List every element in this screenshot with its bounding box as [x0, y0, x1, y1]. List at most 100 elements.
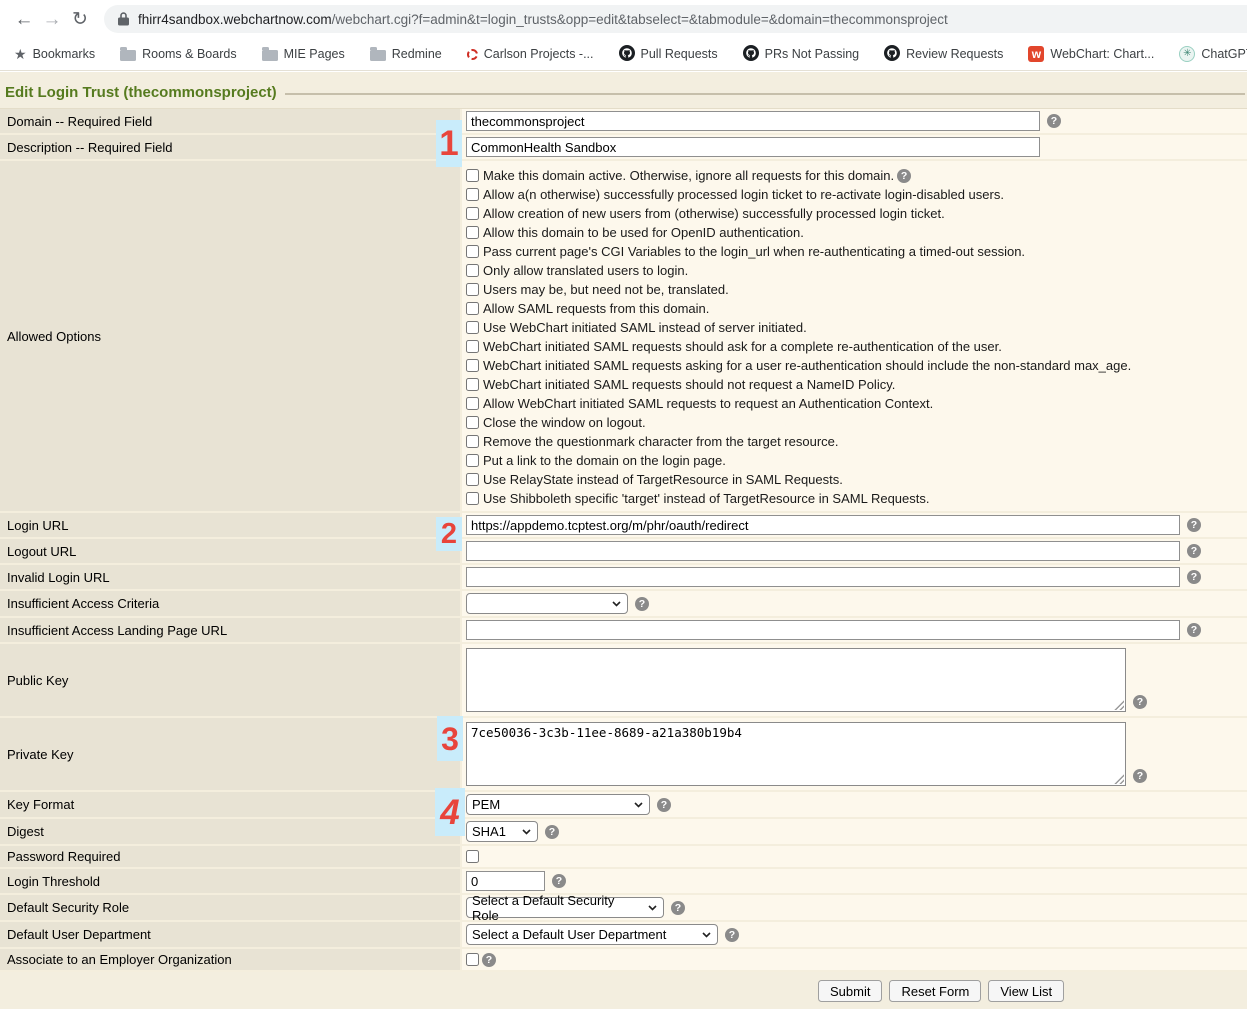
url-path: /webchart.cgi?f=admin&t=login_trusts&opp… — [332, 12, 948, 27]
checkbox[interactable] — [466, 245, 479, 258]
row-invalid-login-url: Invalid Login URL — [0, 565, 1247, 591]
help-icon[interactable] — [545, 825, 559, 839]
submit-button[interactable]: Submit — [818, 980, 882, 1002]
option-link-on-login-page: Put a link to the domain on the login pa… — [466, 451, 1131, 470]
forward-icon[interactable]: → — [38, 10, 66, 29]
carlson-icon — [467, 49, 478, 60]
checkbox[interactable] — [466, 283, 479, 296]
private-key-label: Private Key — [0, 718, 462, 790]
checkbox[interactable] — [466, 359, 479, 372]
checkbox[interactable] — [466, 340, 479, 353]
chevron-down-icon — [522, 829, 531, 835]
default-security-role-select[interactable]: Select a Default Security Role — [466, 897, 664, 918]
checkbox[interactable] — [466, 207, 479, 220]
chatgpt-icon: ✳ — [1179, 46, 1195, 62]
row-insufficient-access-landing: Insufficient Access Landing Page URL — [0, 618, 1247, 644]
checkbox[interactable] — [466, 473, 479, 486]
option-remove-questionmark: Remove the questionmark character from t… — [466, 432, 1131, 451]
checkbox[interactable] — [466, 302, 479, 315]
annotation-4: 4 — [435, 788, 465, 836]
form-legend: Edit Login Trust (thecommonsproject) — [0, 72, 1247, 108]
help-icon[interactable] — [635, 597, 649, 611]
row-logout-url: Logout URL — [0, 539, 1247, 565]
help-icon[interactable] — [725, 928, 739, 942]
back-icon[interactable]: ← — [10, 10, 38, 29]
help-icon[interactable] — [1187, 544, 1201, 558]
option-relaystate: Use RelayState instead of TargetResource… — [466, 470, 1131, 489]
help-icon[interactable] — [657, 798, 671, 812]
help-icon[interactable] — [1187, 623, 1201, 637]
bookmark-chatgpt[interactable]: ✳ ChatGPT — [1179, 46, 1247, 62]
github-icon — [884, 45, 900, 64]
invalid-login-url-input[interactable] — [466, 567, 1180, 587]
description-input[interactable] — [466, 137, 1040, 157]
address-bar[interactable]: fhirr4sandbox.webchartnow.com/webchart.c… — [104, 5, 1247, 33]
help-icon[interactable] — [552, 874, 566, 888]
checkbox[interactable] — [466, 264, 479, 277]
checkbox[interactable] — [466, 397, 479, 410]
lock-icon[interactable] — [118, 12, 129, 26]
checkbox[interactable] — [466, 435, 479, 448]
annotation-2: 2 — [436, 517, 462, 551]
checkbox[interactable] — [466, 454, 479, 467]
help-icon[interactable] — [897, 169, 911, 183]
login-url-input[interactable] — [466, 515, 1180, 535]
bookmark-mie-pages[interactable]: MIE Pages — [262, 47, 345, 61]
help-icon[interactable] — [1133, 769, 1147, 783]
domain-input[interactable] — [466, 111, 1040, 131]
view-list-button[interactable]: View List — [988, 980, 1064, 1002]
option-complete-reauth: WebChart initiated SAML requests should … — [466, 337, 1131, 356]
bookmark-redmine[interactable]: Redmine — [370, 47, 442, 61]
bookmark-webchart[interactable]: w WebChart: Chart... — [1028, 46, 1154, 62]
digest-select[interactable]: SHA1 — [466, 821, 538, 842]
domain-label: Domain -- Required Field — [0, 109, 462, 133]
default-user-department-label: Default User Department — [0, 922, 462, 947]
bookmark-prs-not-passing[interactable]: PRs Not Passing — [743, 45, 859, 64]
bookmark-carlson-projects[interactable]: Carlson Projects -... — [467, 47, 594, 61]
row-private-key: Private Key 7ce50036-3c3b-11ee-8689-a21a… — [0, 718, 1247, 792]
bookmark-bookmarks[interactable]: ★ Bookmarks — [14, 47, 95, 61]
key-format-select[interactable]: PEM — [466, 794, 650, 815]
checkbox[interactable] — [466, 169, 479, 182]
checkbox[interactable] — [466, 321, 479, 334]
checkbox[interactable] — [466, 378, 479, 391]
associate-employer-checkbox[interactable] — [466, 953, 479, 966]
password-required-checkbox[interactable] — [466, 850, 479, 863]
bookmark-rooms-boards[interactable]: Rooms & Boards — [120, 47, 236, 61]
help-icon[interactable] — [1047, 114, 1061, 128]
key-format-label: Key Format — [0, 792, 462, 817]
private-key-textarea[interactable]: 7ce50036-3c3b-11ee-8689-a21a380b19b4 — [466, 722, 1126, 786]
chevron-down-icon — [634, 802, 643, 808]
checkbox[interactable] — [466, 416, 479, 429]
checkbox[interactable] — [466, 492, 479, 505]
public-key-textarea[interactable] — [466, 648, 1126, 712]
description-label: Description -- Required Field — [0, 135, 462, 159]
folder-icon — [120, 50, 136, 61]
option-openid: Allow this domain to be used for OpenID … — [466, 223, 1131, 242]
option-max-age: WebChart initiated SAML requests asking … — [466, 356, 1131, 375]
checkbox[interactable] — [466, 226, 479, 239]
allowed-options-label: Allowed Options — [0, 161, 462, 511]
insufficient-access-criteria-select[interactable] — [466, 593, 628, 614]
default-user-department-select[interactable]: Select a Default User Department — [466, 924, 718, 945]
help-icon[interactable] — [1187, 518, 1201, 532]
help-icon[interactable] — [1133, 695, 1147, 709]
row-login-url: Login URL — [0, 513, 1247, 539]
help-icon[interactable] — [671, 901, 685, 915]
bookmark-pull-requests[interactable]: Pull Requests — [619, 45, 718, 64]
checkbox[interactable] — [466, 188, 479, 201]
help-icon[interactable] — [482, 953, 496, 967]
login-threshold-input[interactable] — [466, 871, 545, 891]
option-close-window-logout: Close the window on logout. — [466, 413, 1131, 432]
row-login-threshold: Login Threshold — [0, 869, 1247, 895]
login-trust-form: Domain -- Required Field Description -- … — [0, 108, 1247, 972]
insufficient-access-landing-input[interactable] — [466, 620, 1180, 640]
reset-form-button[interactable]: Reset Form — [889, 980, 981, 1002]
row-description: Description -- Required Field — [0, 135, 1247, 161]
bookmark-review-requests[interactable]: Review Requests — [884, 45, 1003, 64]
help-icon[interactable] — [1187, 570, 1201, 584]
reload-icon[interactable]: ↻ — [66, 10, 94, 29]
logout-url-label: Logout URL — [0, 539, 462, 563]
logout-url-input[interactable] — [466, 541, 1180, 561]
option-pass-cgi-vars: Pass current page's CGI Variables to the… — [466, 242, 1131, 261]
